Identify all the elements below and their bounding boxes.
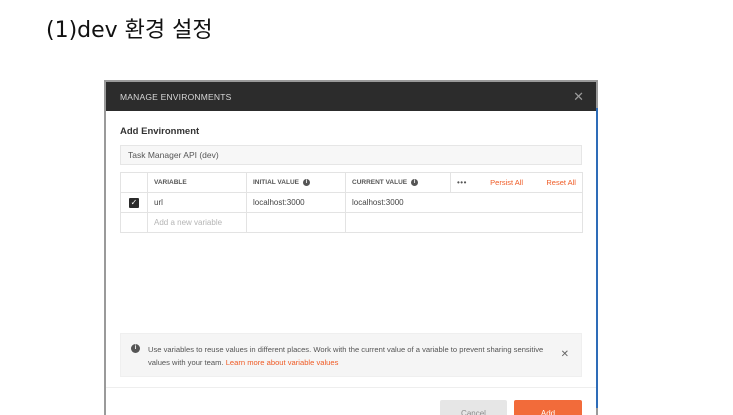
info-banner: i Use variables to reuse values in diffe… bbox=[120, 333, 582, 377]
cancel-button[interactable]: Cancel bbox=[440, 400, 507, 415]
current-value-cell[interactable]: localhost:3000 bbox=[345, 192, 583, 213]
document-heading: (1)dev 환경 설정 bbox=[46, 18, 213, 43]
info-message: Use variables to reuse values in differe… bbox=[148, 345, 544, 367]
learn-more-link[interactable]: Learn more about variable values bbox=[226, 358, 339, 367]
variable-header-label: VARIABLE bbox=[154, 179, 187, 186]
new-variable-row: Add a new variable bbox=[120, 212, 583, 233]
footer-divider bbox=[106, 387, 596, 388]
section-title: Add Environment bbox=[120, 126, 200, 137]
add-button[interactable]: Add bbox=[514, 400, 582, 415]
new-row-checkbox-cell bbox=[120, 212, 148, 233]
table-header-row: VARIABLE INITIAL VALUE i CURRENT VALUE i •… bbox=[120, 172, 583, 193]
checkbox-column-header bbox=[120, 172, 148, 193]
initial-value-column-header: INITIAL VALUE i bbox=[246, 172, 346, 193]
info-icon[interactable]: i bbox=[411, 179, 419, 186]
more-options-icon[interactable]: ••• bbox=[457, 178, 467, 187]
initial-value-cell[interactable]: localhost:3000 bbox=[246, 192, 346, 213]
current-value-column-header: CURRENT VALUE i bbox=[345, 172, 451, 193]
table-row: ✓ url localhost:3000 localhost:3000 bbox=[120, 192, 583, 213]
new-initial-value-input[interactable] bbox=[246, 212, 346, 233]
persist-all-button[interactable]: Persist All bbox=[490, 178, 523, 187]
environment-name-input[interactable]: Task Manager API (dev) bbox=[120, 145, 582, 165]
table-actions-header: ••• Persist All Reset All bbox=[450, 172, 583, 193]
reset-all-button[interactable]: Reset All bbox=[546, 178, 576, 187]
initial-value-header-label: INITIAL VALUE bbox=[253, 179, 299, 186]
variable-cell[interactable]: url bbox=[147, 192, 247, 213]
close-icon[interactable]: ✕ bbox=[573, 90, 584, 103]
info-icon: i bbox=[131, 344, 140, 353]
info-text: Use variables to reuse values in differe… bbox=[148, 343, 548, 369]
row-checkbox-cell: ✓ bbox=[120, 192, 148, 213]
checkbox-checked-icon[interactable]: ✓ bbox=[129, 197, 139, 208]
close-icon[interactable]: ✕ bbox=[561, 349, 569, 360]
manage-environments-modal: MANAGE ENVIRONMENTS ✕ Add Environment Ta… bbox=[106, 82, 596, 415]
modal-title: MANAGE ENVIRONMENTS bbox=[120, 91, 232, 102]
variable-column-header: VARIABLE bbox=[147, 172, 247, 193]
info-icon[interactable]: i bbox=[302, 179, 310, 186]
variables-table: VARIABLE INITIAL VALUE i CURRENT VALUE i •… bbox=[120, 172, 583, 233]
new-current-value-input[interactable] bbox=[345, 212, 583, 233]
current-value-header-label: CURRENT VALUE bbox=[352, 179, 408, 186]
modal-header: MANAGE ENVIRONMENTS ✕ bbox=[106, 82, 596, 111]
new-variable-input[interactable]: Add a new variable bbox=[147, 212, 247, 233]
screenshot-frame: MANAGE ENVIRONMENTS ✕ Add Environment Ta… bbox=[104, 80, 598, 415]
modal-body: Add Environment Task Manager API (dev) V… bbox=[106, 111, 596, 415]
